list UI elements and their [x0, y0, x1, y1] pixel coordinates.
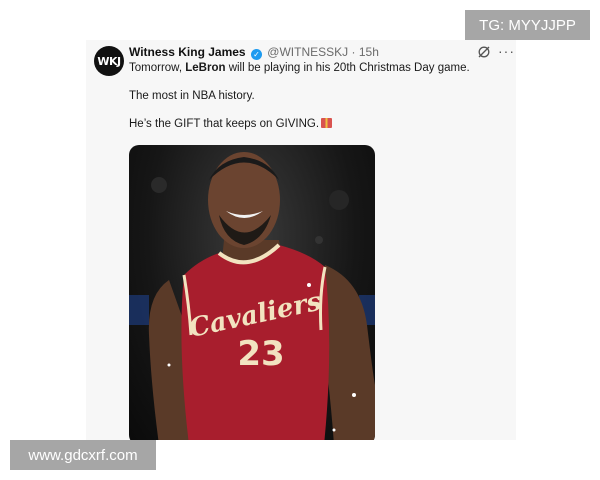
sync-icon[interactable]	[477, 45, 491, 59]
author-handle[interactable]: @WITNESSKJ	[267, 45, 348, 59]
tweet-line-1: Tomorrow, LeBron will be playing in his …	[129, 62, 470, 74]
avatar[interactable]: WKJ	[94, 46, 124, 76]
tweet-card[interactable]: WKJ Witness King James ✓ @WITNESSKJ · 15…	[86, 40, 516, 440]
tweet-photo[interactable]: Cavaliers 23	[129, 145, 375, 440]
watermark-top: TG: MYYJJPP	[465, 10, 590, 40]
tweet-line-2: The most in NBA history.	[129, 90, 255, 102]
watermark-bottom: www.gdcxrf.com	[10, 440, 156, 470]
lebron-name: LeBron	[185, 62, 226, 74]
tweet-time[interactable]: 15h	[359, 45, 379, 59]
separator: ·	[351, 45, 356, 59]
tweet-header: Witness King James ✓ @WITNESSKJ · 15h	[129, 45, 379, 60]
author-name[interactable]: Witness King James	[129, 45, 246, 59]
tweet-text: Tomorrow, LeBron will be playing in his …	[129, 61, 509, 145]
verified-badge-icon: ✓	[250, 49, 262, 60]
more-icon[interactable]: ···	[498, 43, 515, 59]
tweet-line-3: He’s the GIFT that keeps on GIVING.	[129, 117, 509, 132]
gift-icon	[321, 118, 333, 128]
jersey-number: 23	[237, 334, 284, 374]
player-illustration: Cavaliers 23	[129, 152, 375, 440]
